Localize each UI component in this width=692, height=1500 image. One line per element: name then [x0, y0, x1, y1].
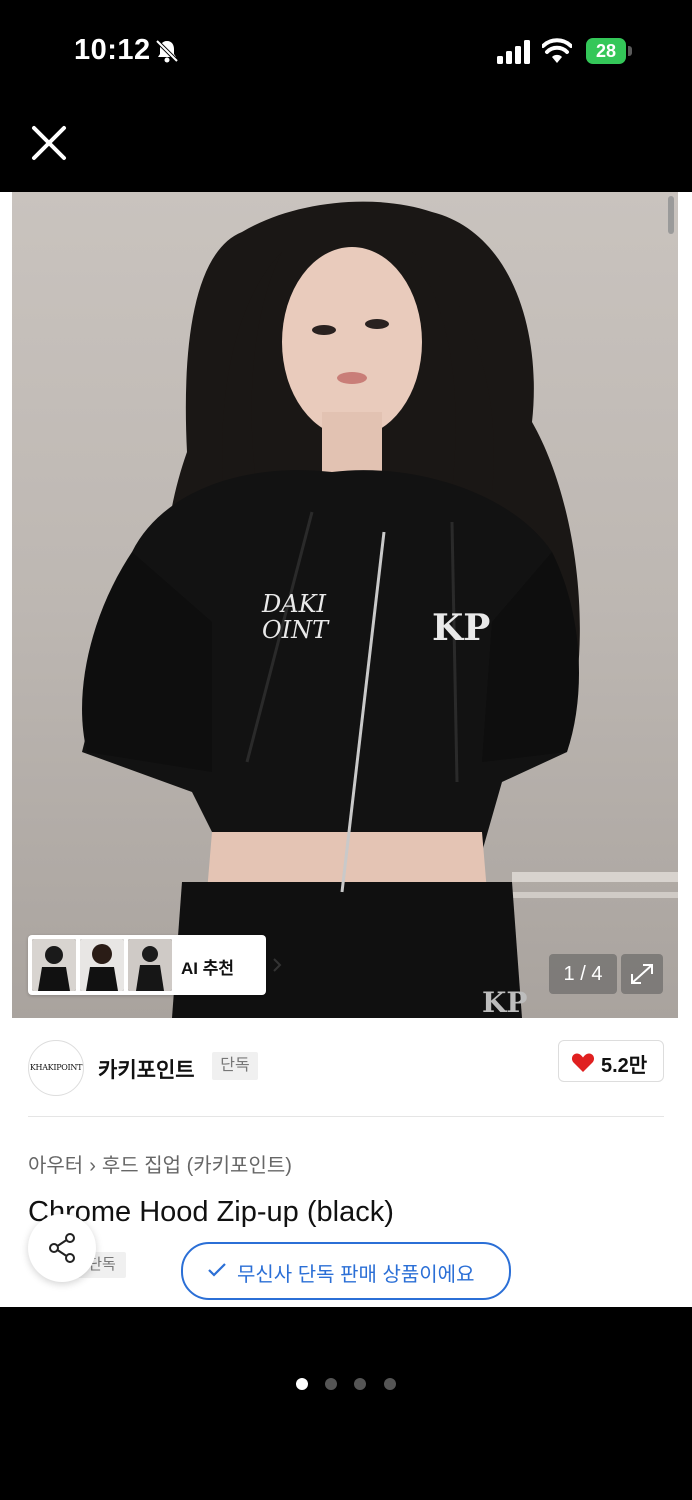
status-time: 10:12 [74, 34, 151, 66]
svg-text:OINT: OINT [262, 616, 330, 644]
page-indicator [296, 1378, 406, 1390]
breadcrumb-separator-icon: › [89, 1155, 96, 1177]
product-sheet: DAKI OINT KP KP AI 추천 1 / 4 KHAKIPOINT 카… [0, 192, 692, 1307]
scroll-indicator [668, 196, 674, 234]
image-counter: 1 / 4 [549, 954, 617, 994]
chevron-right-icon [273, 958, 282, 972]
page-dot-1[interactable] [296, 1378, 308, 1390]
expand-button[interactable] [621, 954, 663, 994]
brand-row: KHAKIPOINT 카키포인트 단독 5.2만 [0, 1018, 692, 1118]
heart-icon [571, 1053, 595, 1072]
breadcrumb-category[interactable]: 아우터 [28, 1149, 83, 1178]
bell-muted-icon [155, 39, 179, 63]
ai-thumb-3[interactable] [128, 939, 172, 991]
like-count: 5.2만 [601, 1055, 648, 1077]
breadcrumb: 아우터 › 후드 집업 (카키포인트) [28, 1149, 292, 1178]
ai-recommend-label: AI 추천 [181, 959, 235, 978]
brand-name[interactable]: 카키포인트 [98, 1054, 195, 1084]
breadcrumb-subcategory[interactable]: 후드 집업 (카키포인트) [102, 1149, 292, 1178]
ai-thumb-2[interactable] [80, 939, 124, 991]
divider [28, 1116, 664, 1117]
battery-percent: 28 [595, 41, 617, 61]
model-illustration: DAKI OINT KP KP [82, 201, 678, 1018]
share-button[interactable] [28, 1214, 96, 1282]
page-dot-2[interactable] [325, 1378, 337, 1390]
svg-text:KP: KP [482, 986, 527, 1018]
check-icon [208, 1263, 226, 1277]
expand-icon [631, 964, 653, 984]
page-dot-3[interactable] [354, 1378, 366, 1390]
share-icon [49, 1233, 75, 1263]
product-photo[interactable]: DAKI OINT KP KP [12, 192, 678, 1018]
cellular-signal-icon [497, 40, 530, 64]
close-icon[interactable] [30, 124, 68, 162]
exclusive-notice-pill[interactable]: 무신사 단독 판매 상품이에요 [181, 1242, 511, 1300]
like-button[interactable]: 5.2만 [558, 1040, 664, 1082]
ai-thumb-1[interactable] [32, 939, 76, 991]
battery-icon: 28 [586, 38, 632, 64]
wifi-icon [542, 38, 572, 63]
exclusive-notice-text: 무신사 단독 판매 상품이에요 [237, 1264, 475, 1286]
exclusive-badge: 단독 [212, 1052, 258, 1080]
svg-text:DAKI: DAKI [261, 590, 327, 618]
brand-logo[interactable]: KHAKIPOINT [28, 1040, 84, 1096]
status-bar: 10:12 28 [0, 0, 692, 100]
svg-text:KP: KP [432, 607, 490, 649]
page-dot-4[interactable] [384, 1378, 396, 1390]
ai-recommendation-card[interactable]: AI 추천 [28, 935, 282, 995]
